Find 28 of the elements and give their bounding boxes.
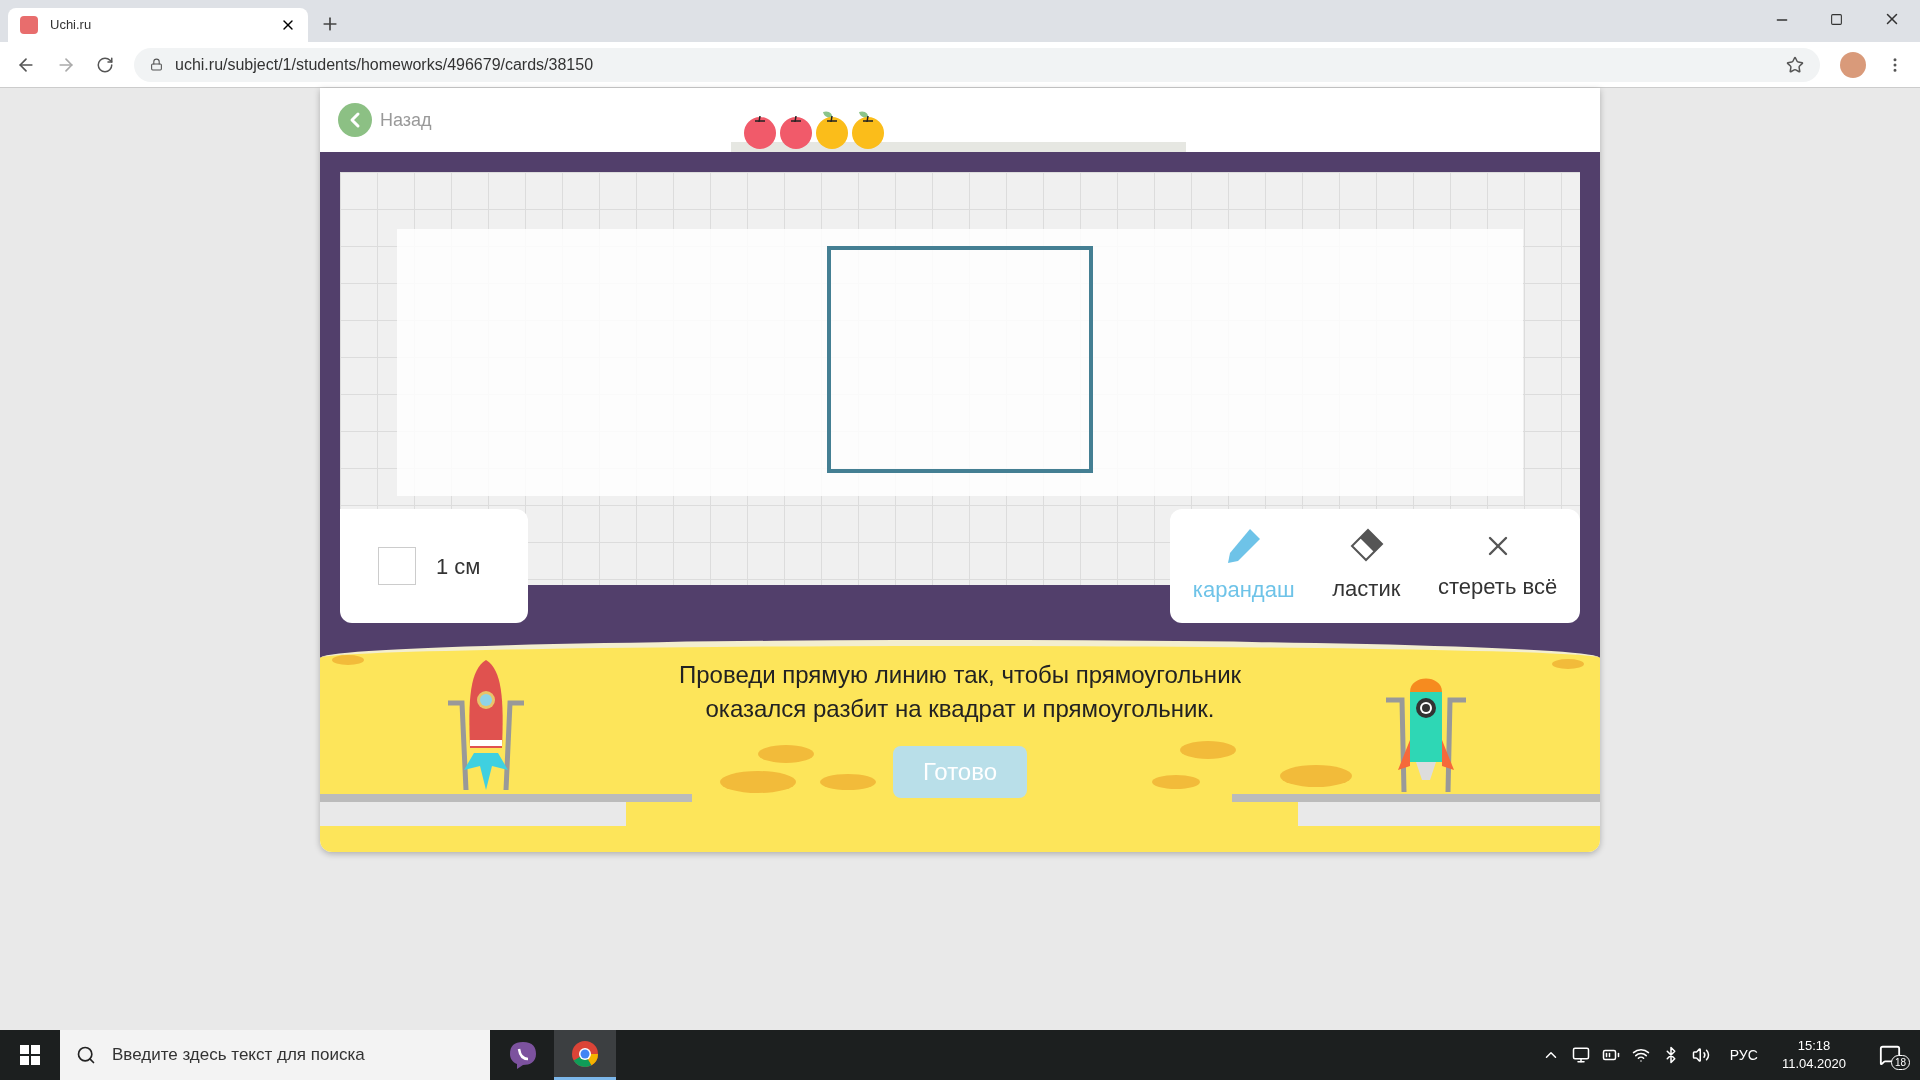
browser-logo-icon [570, 1038, 600, 1069]
clock-date[interactable]: 11.04.2020 [1781, 1055, 1846, 1073]
bookmark-star-icon[interactable] [1786, 55, 1804, 74]
reload-icon[interactable] [96, 55, 114, 74]
tool-button[interactable]: стереть всё [1434, 509, 1562, 623]
lock-icon [150, 58, 163, 71]
notification-count: 18 [1890, 1055, 1910, 1070]
search-icon [76, 1045, 96, 1065]
eraser-icon [1348, 527, 1385, 564]
task-instruction: Проведи прямую линию так, чтобы прямоугольник оказался разбит на квадрат и прямоугольник. [677, 660, 1243, 724]
tab-title: Uchi.ru [50, 16, 93, 35]
wifi-icon[interactable] [1631, 1046, 1650, 1064]
tool-button[interactable]: ластик [1328, 509, 1405, 623]
language-indicator[interactable]: РУС [1729, 1044, 1758, 1066]
address-field[interactable]: uchi.ru/subject/1/students/homeworks/496679/cards/38150 [134, 47, 1820, 82]
monitor-icon[interactable] [1571, 1046, 1590, 1064]
unit-label: 1 см [436, 552, 481, 581]
taskbar-search-field[interactable]: Введите здесь текст для поиска [60, 1030, 490, 1080]
speaker-icon[interactable] [1691, 1046, 1710, 1064]
done-button: Готово [893, 746, 1027, 798]
maximize-icon[interactable] [1830, 13, 1843, 26]
chat-bubble-icon [508, 1040, 538, 1070]
start-windows-icon[interactable] [20, 1045, 40, 1065]
clock-time[interactable]: 15:18 [1797, 1037, 1831, 1055]
pencil-icon [1225, 526, 1262, 565]
site-favicon-icon [20, 16, 38, 34]
browser-tab[interactable]: Uchi.ru [8, 8, 308, 42]
taskbar-app-button[interactable] [554, 1030, 616, 1080]
